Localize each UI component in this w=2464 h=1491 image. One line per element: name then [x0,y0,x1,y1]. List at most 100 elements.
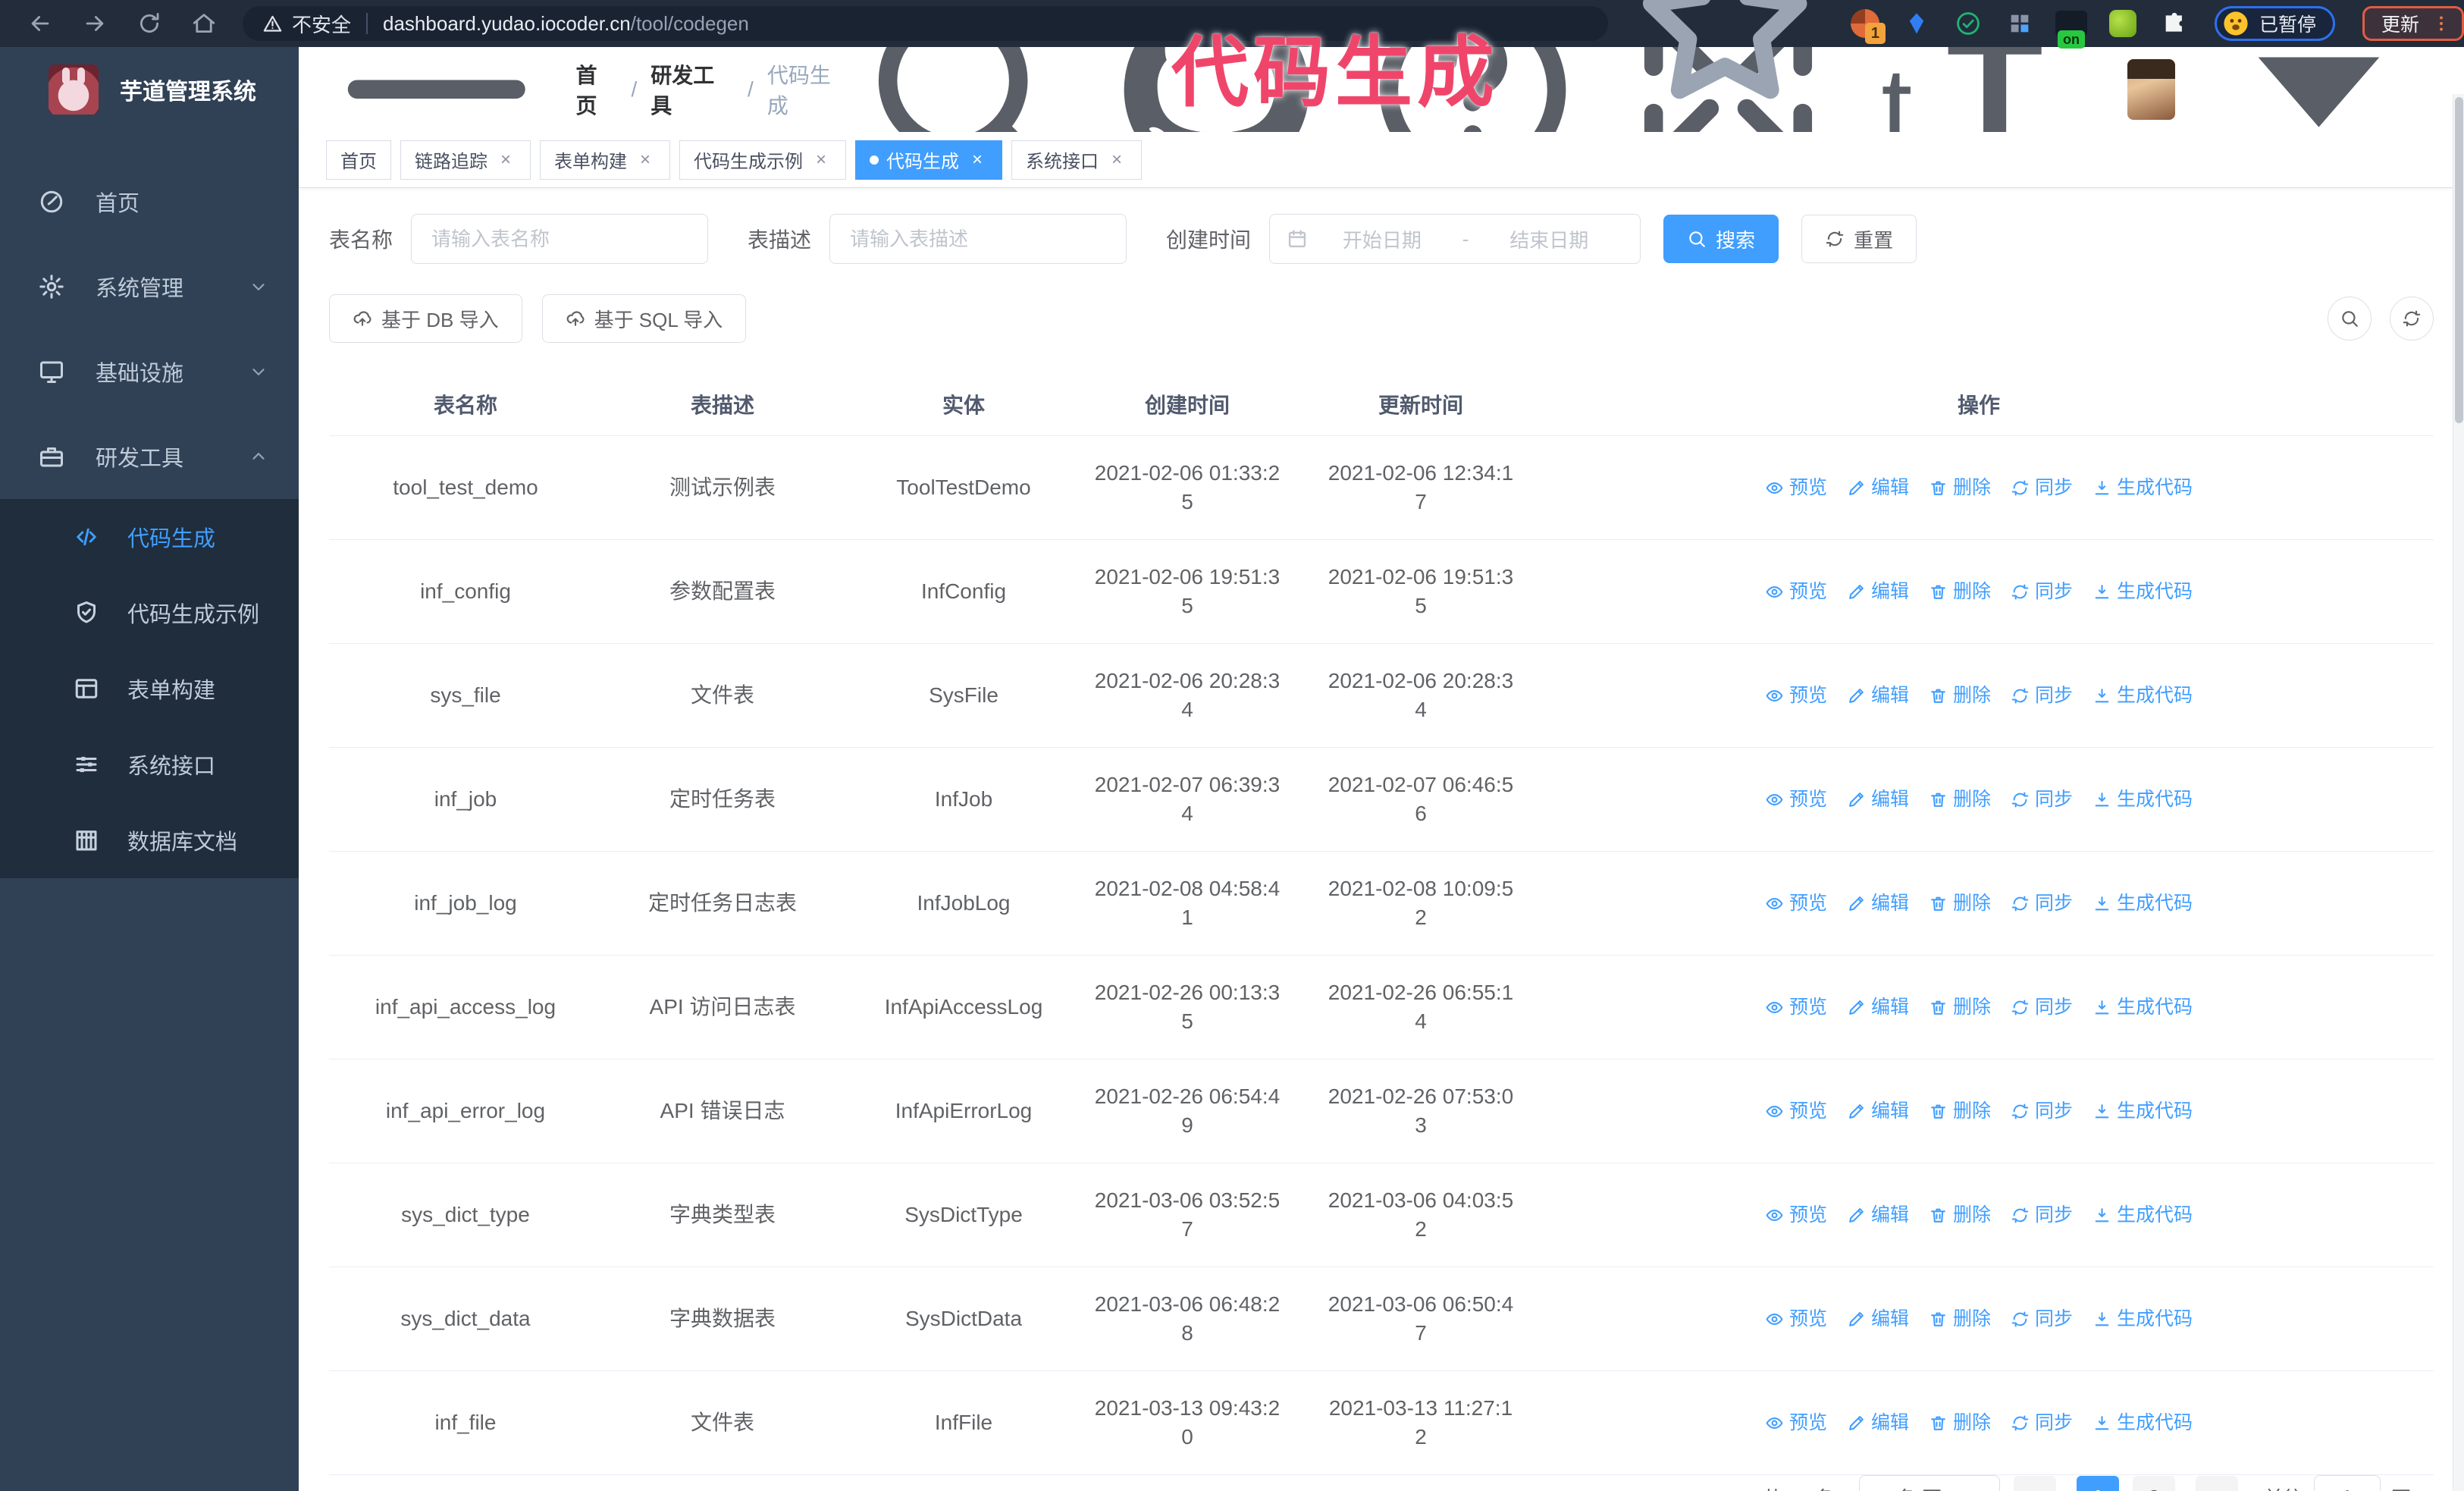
extension-icon-grid[interactable] [2004,8,2036,39]
back-icon[interactable] [27,11,53,36]
tab-2[interactable]: 表单构建 × [540,140,670,180]
action-delete[interactable]: 删除 [1929,1408,1991,1437]
tab-1[interactable]: 链路追踪 × [400,140,531,180]
action-preview[interactable]: 预览 [1765,1201,1827,1229]
extension-icon-dark-on[interactable]: on [2055,8,2087,49]
action-generate-code[interactable]: 生成代码 [2093,1201,2193,1229]
sidebar-item-devtools[interactable]: 研发工具 [0,414,299,499]
action-generate-code[interactable]: 生成代码 [2093,889,2193,918]
sidebar-item-home[interactable]: 首页 [0,159,299,244]
action-generate-code[interactable]: 生成代码 [2093,473,2193,502]
action-delete[interactable]: 删除 [1929,785,1991,814]
action-preview[interactable]: 预览 [1765,785,1827,814]
goto-page-input[interactable] [2313,1475,2381,1491]
refresh-table-button[interactable] [2390,297,2434,341]
profile-paused-badge[interactable]: 已暂停 [2214,6,2335,41]
action-sync[interactable]: 同步 [2011,785,2073,814]
browser-update-button[interactable]: 更新 [2362,6,2464,41]
breadcrumb-home[interactable]: 首页 [576,59,618,120]
bookmark-star-icon[interactable] [1620,0,1829,128]
window-scrollbar[interactable] [2453,94,2464,1491]
extension-icon-green-check[interactable] [1952,8,1984,39]
action-edit[interactable]: 编辑 [1847,1097,1909,1125]
page-button-1[interactable]: 1 [2076,1476,2119,1491]
action-delete[interactable]: 删除 [1929,1097,1991,1125]
toggle-search-button[interactable] [2328,297,2372,341]
action-delete[interactable]: 删除 [1929,889,1991,918]
breadcrumb-devtools[interactable]: 研发工具 [650,59,734,120]
action-sync[interactable]: 同步 [2011,1201,2073,1229]
page-size-select[interactable]: 10条/页 [1858,1475,2000,1491]
action-edit[interactable]: 编辑 [1847,1201,1909,1229]
action-generate-code[interactable]: 生成代码 [2093,1408,2193,1437]
extension-icon-diamond[interactable] [1901,8,1933,39]
action-sync[interactable]: 同步 [2011,577,2073,606]
tab-5[interactable]: 系统接口 × [1011,140,1142,180]
user-avatar[interactable] [2127,59,2176,120]
action-sync[interactable]: 同步 [2011,889,2073,918]
action-sync[interactable]: 同步 [2011,1097,2073,1125]
tab-0[interactable]: 首页 [326,140,391,180]
action-delete[interactable]: 删除 [1929,681,1991,710]
action-preview[interactable]: 预览 [1765,1408,1827,1437]
import-db-button[interactable]: 基于 DB 导入 [329,294,522,343]
tab-close-icon[interactable]: × [495,149,516,171]
action-preview[interactable]: 预览 [1765,1097,1827,1125]
page-button-2[interactable]: 2 [2132,1476,2175,1491]
tab-3[interactable]: 代码生成示例 × [679,140,846,180]
action-delete[interactable]: 删除 [1929,1201,1991,1229]
action-sync[interactable]: 同步 [2011,993,2073,1022]
forward-icon[interactable] [82,11,108,36]
reset-button[interactable]: 重置 [1801,215,1917,263]
action-preview[interactable]: 预览 [1765,681,1827,710]
action-preview[interactable]: 预览 [1765,473,1827,502]
action-edit[interactable]: 编辑 [1847,577,1909,606]
action-generate-code[interactable]: 生成代码 [2093,577,2193,606]
action-edit[interactable]: 编辑 [1847,785,1909,814]
scrollbar-thumb[interactable] [2455,97,2463,423]
extension-icon-orange[interactable]: 1 [1849,8,1886,44]
action-sync[interactable]: 同步 [2011,473,2073,502]
tab-close-icon[interactable]: × [967,149,988,171]
action-delete[interactable]: 删除 [1929,1304,1991,1333]
sidebar-item-codegen-example[interactable]: 代码生成示例 [0,575,299,651]
app-logo-row[interactable]: 芋道管理系统 [0,47,299,132]
action-generate-code[interactable]: 生成代码 [2093,1304,2193,1333]
tab-close-icon[interactable]: × [635,149,656,171]
action-delete[interactable]: 删除 [1929,577,1991,606]
action-edit[interactable]: 编辑 [1847,473,1909,502]
action-edit[interactable]: 编辑 [1847,889,1909,918]
action-generate-code[interactable]: 生成代码 [2093,785,2193,814]
sidebar-item-form-builder[interactable]: 表单构建 [0,651,299,727]
action-sync[interactable]: 同步 [2011,1408,2073,1437]
action-preview[interactable]: 预览 [1765,889,1827,918]
tab-4[interactable]: 代码生成 × [855,140,1002,180]
next-page-button[interactable] [2195,1476,2238,1491]
extension-icon-green-bot[interactable] [2107,8,2139,39]
action-sync[interactable]: 同步 [2011,681,2073,710]
reload-icon[interactable] [136,11,162,36]
prev-page-button[interactable] [2013,1476,2056,1491]
action-preview[interactable]: 预览 [1765,1304,1827,1333]
table-desc-input[interactable] [829,214,1127,264]
action-edit[interactable]: 编辑 [1847,1304,1909,1333]
browser-menu-dots-icon[interactable] [2431,14,2451,33]
action-edit[interactable]: 编辑 [1847,681,1909,710]
home-icon[interactable] [191,11,217,36]
sidebar-item-db-doc[interactable]: 数据库文档 [0,802,299,878]
import-sql-button[interactable]: 基于 SQL 导入 [541,294,747,343]
action-preview[interactable]: 预览 [1765,993,1827,1022]
action-generate-code[interactable]: 生成代码 [2093,1097,2193,1125]
action-delete[interactable]: 删除 [1929,473,1991,502]
action-delete[interactable]: 删除 [1929,993,1991,1022]
action-sync[interactable]: 同步 [2011,1304,2073,1333]
table-name-input[interactable] [411,214,709,264]
action-edit[interactable]: 编辑 [1847,1408,1909,1437]
action-preview[interactable]: 预览 [1765,577,1827,606]
action-edit[interactable]: 编辑 [1847,993,1909,1022]
tab-close-icon[interactable]: × [810,149,832,171]
tab-close-icon[interactable]: × [1106,149,1127,171]
action-generate-code[interactable]: 生成代码 [2093,993,2193,1022]
extensions-puzzle-icon[interactable] [2158,8,2190,39]
sidebar-item-infra[interactable]: 基础设施 [0,329,299,414]
